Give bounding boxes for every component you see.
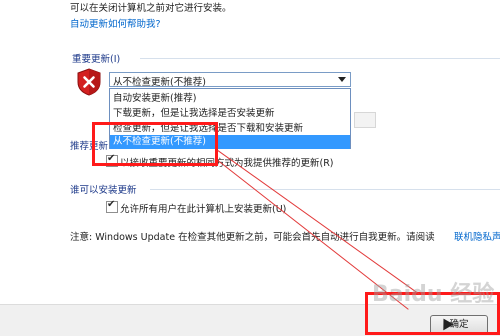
check-icon: ✔ bbox=[107, 199, 116, 210]
section-divider bbox=[150, 189, 500, 190]
annotation-box-option bbox=[92, 122, 218, 166]
chevron-down-icon[interactable] bbox=[338, 77, 346, 82]
allow-all-users-label: 允许所有用户在此计算机上安装更新(U) bbox=[120, 204, 287, 215]
note-text: 注意: Windows Update 在检查其他更新之前，可能会首先自动进行自我… bbox=[70, 232, 435, 243]
shield-error-icon bbox=[77, 68, 101, 96]
annotation-line bbox=[217, 150, 420, 295]
help-link[interactable]: 自动更新如何帮助我? bbox=[70, 16, 161, 30]
dropdown-option-download-only[interactable]: 下载更新，但是让我选择是否安装更新 bbox=[110, 107, 350, 121]
allow-all-users-checkbox[interactable]: ✔ bbox=[106, 199, 118, 213]
dropdown-option-auto-install[interactable]: 自动安装更新(推荐) bbox=[110, 92, 350, 106]
watermark: Baidu 经验 bbox=[372, 282, 495, 307]
important-updates-select[interactable]: 从不检查更新(不推荐) bbox=[109, 72, 351, 88]
important-updates-title: 重要更新(I) bbox=[72, 54, 121, 65]
section-divider bbox=[140, 58, 500, 59]
select-value: 从不检查更新(不推荐) bbox=[113, 77, 206, 88]
who-can-install-title: 谁可以安装更新 bbox=[70, 185, 137, 196]
disabled-control bbox=[354, 112, 376, 128]
intro-text: 可以在关闭计算机之前对它进行安装。 bbox=[70, 3, 232, 14]
privacy-statement-link[interactable]: 联机隐私声 bbox=[454, 229, 500, 243]
